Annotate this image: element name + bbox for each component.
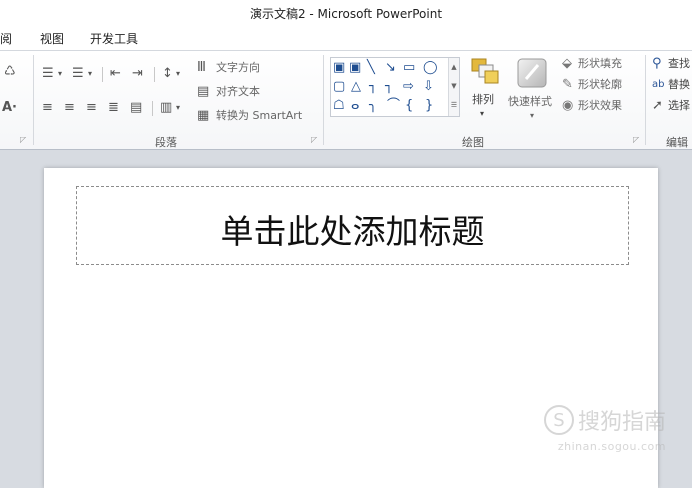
line-shape-icon[interactable]: ╲ bbox=[367, 60, 375, 75]
arrow-line-shape-icon[interactable]: ↘ bbox=[385, 60, 396, 75]
elbow-arrow-shape-icon[interactable]: ┐ bbox=[385, 79, 393, 94]
shape-effects-icon[interactable]: ◉ bbox=[562, 99, 573, 113]
shapes-gallery[interactable]: ▣ ▣ ╲ ↘ ▭ ◯ ▢ △ ┐ ┐ ⇨ ⇩ ☖ ⴰ ╮ ⌒ { } ▲ ▼ … bbox=[330, 57, 460, 117]
oval-shape-icon[interactable]: ◯ bbox=[423, 60, 438, 75]
scroll-up-icon[interactable]: ▲ bbox=[449, 58, 459, 77]
text-direction-icon[interactable]: Ⅲ bbox=[197, 61, 206, 75]
watermark-url: zhinan.sogou.com bbox=[557, 440, 666, 453]
align-center-icon[interactable]: ≡ bbox=[64, 101, 75, 115]
scribble-shape-icon[interactable]: ⴰ bbox=[351, 98, 359, 113]
divider bbox=[102, 67, 103, 82]
title-placeholder-text: 单击此处添加标题 bbox=[220, 212, 485, 251]
sogou-logo-icon: S bbox=[543, 405, 574, 435]
group-separator bbox=[33, 55, 34, 145]
drawing-dialog-launcher-icon[interactable]: ◸ bbox=[633, 135, 639, 144]
title-bar: 演示文稿2 - Microsoft PowerPoint bbox=[0, 0, 692, 26]
paragraph-dialog-launcher-icon[interactable]: ◸ bbox=[311, 135, 317, 144]
select-cursor-icon[interactable]: ➚ bbox=[652, 99, 663, 113]
shape-outline-icon[interactable]: ✎ bbox=[562, 78, 573, 92]
smartart-icon[interactable]: ▦ bbox=[197, 109, 209, 123]
arrange-button[interactable]: 排列 ▾ bbox=[468, 57, 502, 118]
shape-outline-button[interactable]: 形状轮廓 bbox=[578, 78, 622, 92]
gallery-scrollbar[interactable]: ▲ ▼ ☰ bbox=[448, 58, 459, 116]
tab-review[interactable]: 阅 bbox=[0, 30, 12, 47]
align-left-icon[interactable]: ≡ bbox=[42, 101, 53, 115]
bullets-dropdown-icon[interactable]: ▾ bbox=[58, 67, 62, 81]
numbering-icon[interactable]: ☰ bbox=[72, 67, 84, 81]
watermark-name: 搜狗指南 bbox=[577, 410, 666, 435]
left-brace-shape-icon[interactable]: { bbox=[405, 98, 413, 113]
align-text-button[interactable]: 对齐文本 bbox=[216, 85, 260, 99]
arrange-label: 排列 bbox=[472, 93, 494, 106]
line-spacing-icon[interactable]: ↕ bbox=[162, 67, 173, 81]
textbox-shape-icon[interactable]: ▣ bbox=[333, 60, 345, 75]
shape-fill-button[interactable]: 形状填充 bbox=[578, 57, 622, 71]
arrange-icon bbox=[471, 58, 499, 84]
arrange-dropdown-icon: ▾ bbox=[480, 109, 485, 118]
font-size-icon[interactable]: A· bbox=[2, 101, 17, 115]
tab-view[interactable]: 视图 bbox=[40, 30, 64, 47]
align-right-icon[interactable]: ≡ bbox=[86, 101, 97, 115]
window-title: 演示文稿2 - Microsoft PowerPoint bbox=[249, 7, 443, 21]
quick-styles-dropdown-icon: ▾ bbox=[530, 111, 535, 120]
paragraph-group-label: 段落 bbox=[155, 136, 177, 149]
watermark: S 搜狗指南 zhinan.sogou.com bbox=[543, 404, 666, 453]
arc-shape-icon[interactable]: ╮ bbox=[369, 98, 377, 113]
quick-styles-icon bbox=[517, 58, 547, 88]
triangle-shape-icon[interactable]: △ bbox=[351, 79, 361, 94]
gallery-more-icon[interactable]: ☰ bbox=[449, 96, 459, 115]
scroll-down-icon[interactable]: ▼ bbox=[449, 77, 459, 96]
font-dialog-launcher-icon[interactable]: ◸ bbox=[20, 135, 26, 144]
decrease-indent-icon[interactable]: ⇤ bbox=[110, 67, 121, 81]
justify-icon[interactable]: ≣ bbox=[108, 101, 119, 115]
divider bbox=[152, 101, 153, 116]
quick-styles-label: 快速样式 bbox=[508, 95, 552, 108]
editing-group-label: 编辑 bbox=[666, 136, 688, 149]
increase-indent-icon[interactable]: ⇥ bbox=[132, 67, 143, 81]
elbow-connector-shape-icon[interactable]: ┐ bbox=[369, 79, 377, 94]
find-icon[interactable]: ⚲ bbox=[652, 57, 662, 71]
ribbon-tabs: 阅 视图 开发工具 bbox=[0, 26, 692, 50]
rounded-rectangle-shape-icon[interactable]: ▢ bbox=[333, 79, 345, 94]
replace-button[interactable]: 替换 bbox=[668, 78, 690, 92]
convert-to-smartart-button[interactable]: 转换为 SmartArt bbox=[216, 109, 302, 123]
replace-icon[interactable]: ab bbox=[652, 78, 664, 92]
shape-effects-button[interactable]: 形状效果 bbox=[578, 99, 622, 113]
down-arrow-shape-icon[interactable]: ⇩ bbox=[423, 79, 434, 94]
right-arrow-shape-icon[interactable]: ⇨ bbox=[403, 79, 414, 94]
group-separator bbox=[323, 55, 324, 145]
text-direction-button[interactable]: 文字方向 bbox=[216, 61, 260, 75]
numbering-dropdown-icon[interactable]: ▾ bbox=[88, 67, 92, 81]
curve-shape-icon[interactable]: ⌒ bbox=[387, 98, 400, 113]
columns-icon[interactable]: ▥ bbox=[160, 101, 172, 115]
title-placeholder[interactable]: 单击此处添加标题 bbox=[76, 186, 629, 265]
shape-fill-icon[interactable]: ⬙ bbox=[562, 57, 572, 71]
select-button[interactable]: 选择 bbox=[668, 99, 690, 113]
line-spacing-dropdown-icon[interactable]: ▾ bbox=[176, 67, 180, 81]
divider bbox=[154, 67, 155, 82]
font-color-icon[interactable]: ♺ bbox=[4, 65, 16, 79]
columns-dropdown-icon[interactable]: ▾ bbox=[176, 101, 180, 115]
align-text-icon[interactable]: ▤ bbox=[197, 85, 209, 99]
rectangle-shape-icon[interactable]: ▭ bbox=[403, 60, 415, 75]
freeform-shape-icon[interactable]: ☖ bbox=[333, 98, 345, 113]
vertical-textbox-shape-icon[interactable]: ▣ bbox=[349, 60, 361, 75]
find-button[interactable]: 查找 bbox=[668, 57, 690, 71]
bullets-icon[interactable]: ☰ bbox=[42, 67, 54, 81]
group-separator bbox=[645, 55, 646, 145]
right-brace-shape-icon[interactable]: } bbox=[425, 98, 433, 113]
quick-styles-button[interactable]: 快速样式 ▾ bbox=[506, 57, 558, 120]
ribbon: ♺ A· ◸ ☰ ▾ ☰ ▾ ⇤ ⇥ ↕ ▾ ≡ ≡ ≡ ≣ ▤ ▥ ▾ Ⅲ 文… bbox=[0, 50, 692, 150]
drawing-group-label: 绘图 bbox=[462, 136, 484, 149]
tab-developer[interactable]: 开发工具 bbox=[90, 30, 138, 47]
distributed-icon[interactable]: ▤ bbox=[130, 101, 142, 115]
